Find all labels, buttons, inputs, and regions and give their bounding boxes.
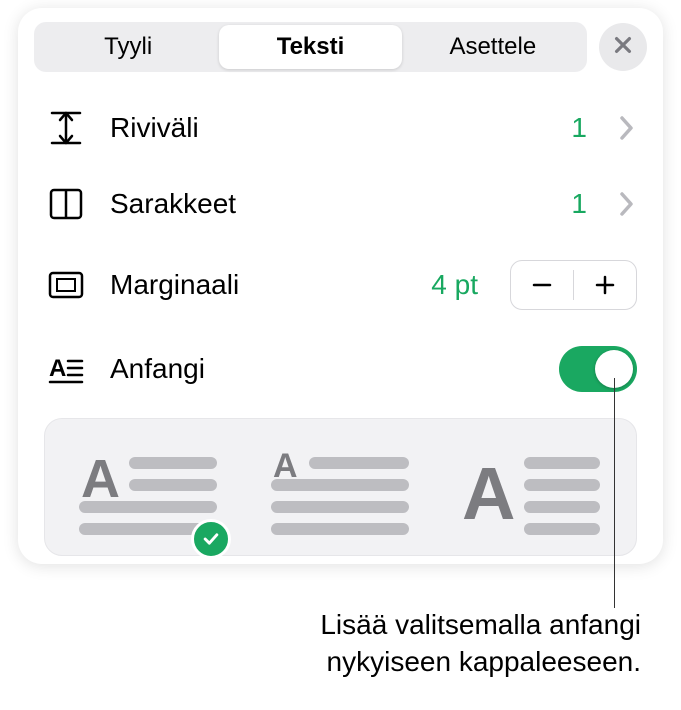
panel-header: Tyyli Teksti Asettele <box>18 8 663 72</box>
dropcap-row: A Anfangi <box>18 328 663 410</box>
margin-icon <box>46 265 86 305</box>
chevron-right-icon <box>619 190 637 218</box>
svg-text:A: A <box>462 452 515 535</box>
dropcap-style-options: A A <box>44 418 637 556</box>
dropcap-style-3[interactable]: A <box>462 447 602 547</box>
caption-line-2: nykyiseen kappaleeseen. <box>320 644 641 680</box>
line-spacing-value: 1 <box>571 112 587 144</box>
caption-text: Lisää valitsemalla anfangi nykyiseen kap… <box>320 607 641 680</box>
dropcap-toggle[interactable] <box>559 346 637 392</box>
dropcap-style-1[interactable]: A <box>79 447 219 547</box>
margin-row: Marginaali 4 pt <box>18 242 663 328</box>
dropcap-icon: A <box>46 349 86 389</box>
line-spacing-label: Riviväli <box>110 112 547 144</box>
close-icon <box>612 34 634 61</box>
margin-stepper <box>510 260 637 310</box>
dropcap-label: Anfangi <box>110 353 535 385</box>
callout-line <box>614 378 615 608</box>
close-button[interactable] <box>599 23 647 71</box>
text-format-panel: Tyyli Teksti Asettele Riviväli 1 <box>18 8 663 564</box>
line-spacing-row[interactable]: Riviväli 1 <box>18 90 663 166</box>
columns-icon <box>46 184 86 224</box>
dropcap-style-2[interactable]: A <box>271 447 411 547</box>
margin-decrease-button[interactable] <box>511 260 573 310</box>
margin-increase-button[interactable] <box>574 260 636 310</box>
tab-bar: Tyyli Teksti Asettele <box>34 22 587 72</box>
svg-text:A: A <box>49 355 66 382</box>
tab-text[interactable]: Teksti <box>219 25 401 69</box>
columns-row[interactable]: Sarakkeet 1 <box>18 166 663 242</box>
columns-value: 1 <box>571 188 587 220</box>
svg-text:A: A <box>81 449 120 509</box>
chevron-right-icon <box>619 114 637 142</box>
settings-rows: Riviväli 1 Sarakkeet 1 <box>18 72 663 556</box>
caption-line-1: Lisää valitsemalla anfangi <box>320 607 641 643</box>
tab-style[interactable]: Tyyli <box>37 25 219 69</box>
margin-value: 4 pt <box>431 269 478 301</box>
tab-arrange[interactable]: Asettele <box>402 25 584 69</box>
selected-check-icon <box>191 519 231 559</box>
margin-label: Marginaali <box>110 269 407 301</box>
columns-label: Sarakkeet <box>110 188 547 220</box>
line-spacing-icon <box>46 108 86 148</box>
